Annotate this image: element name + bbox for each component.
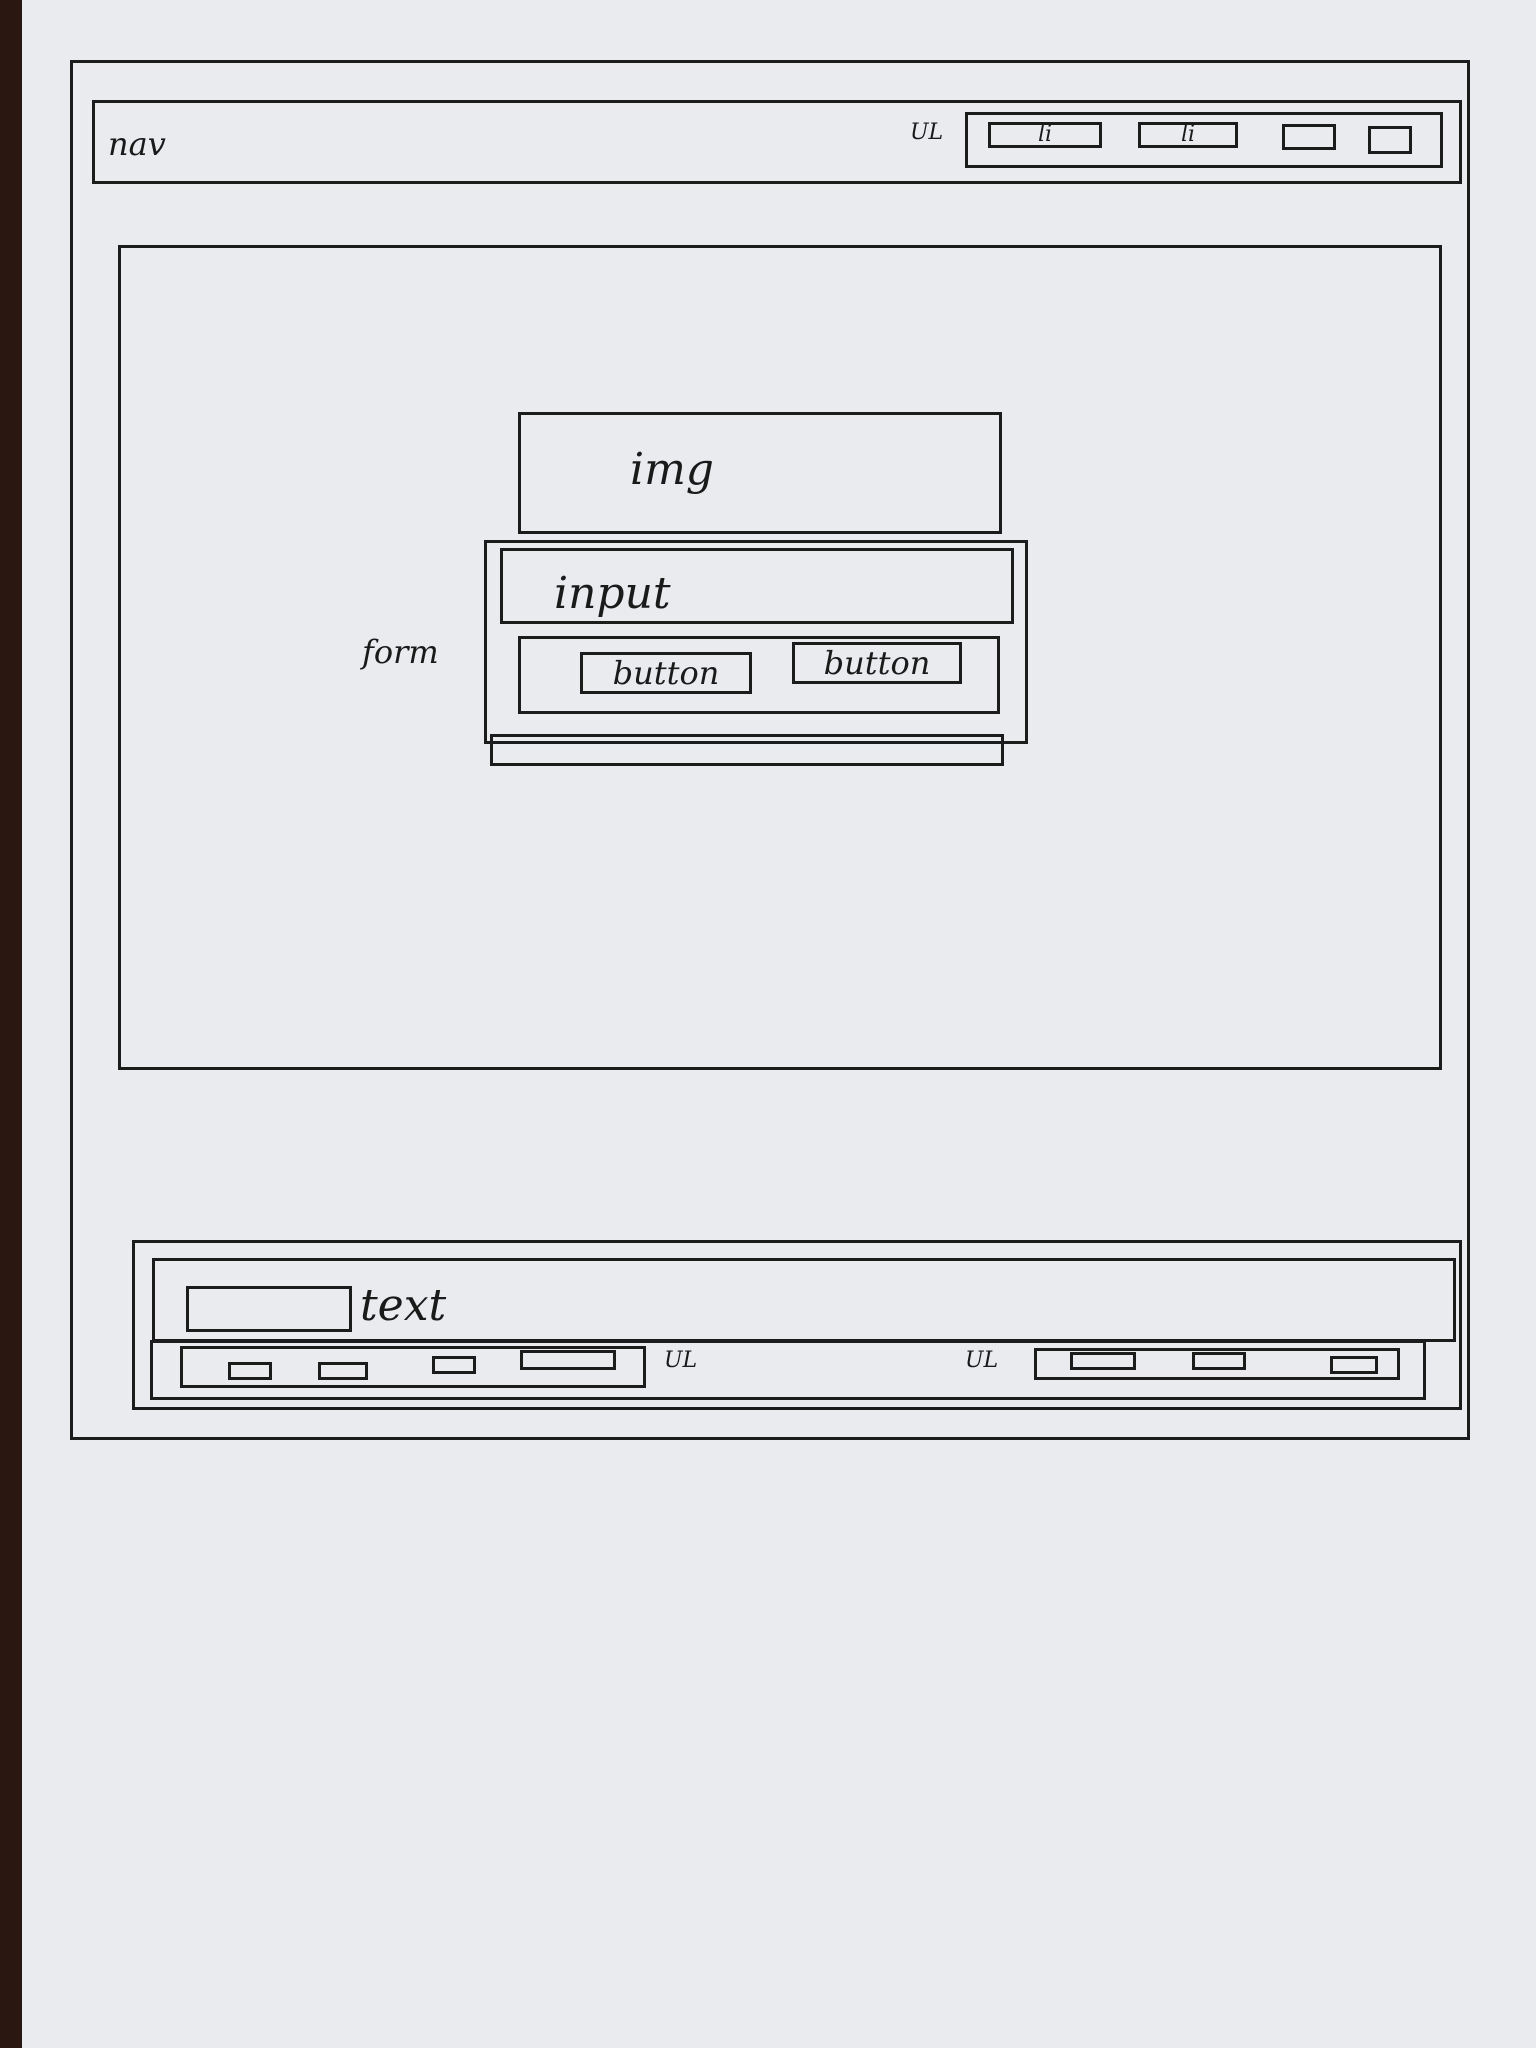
nav-li-1[interactable]: li (988, 122, 1102, 148)
nav-li-4[interactable] (1368, 126, 1412, 154)
form-button-1[interactable]: button (580, 652, 752, 694)
form-button-1-label: button (612, 654, 720, 692)
nav-li-2[interactable]: li (1138, 122, 1238, 148)
form-bar (490, 734, 1004, 766)
form-button-2-label: button (823, 644, 931, 682)
footer-ul-left-item-4[interactable] (520, 1350, 616, 1370)
footer-ul-left-item-3[interactable] (432, 1356, 476, 1374)
nav-li-1-label: li (1037, 122, 1053, 147)
footer-ul-right-label: UL (965, 1348, 999, 1373)
footer-ul-left-item-2[interactable] (318, 1362, 368, 1380)
nav-li-2-label: li (1180, 122, 1196, 147)
form-label: form (362, 633, 439, 671)
image-label: img (630, 444, 714, 495)
nav-li-3[interactable] (1282, 124, 1336, 150)
footer-logo-box (186, 1286, 352, 1332)
nav-label: nav (108, 125, 166, 163)
footer-ul-right-item-3[interactable] (1330, 1356, 1378, 1374)
footer-ul-left-label: UL (664, 1348, 698, 1373)
footer-text-label: text (360, 1280, 447, 1331)
nav-ul-label: UL (910, 120, 944, 145)
image-placeholder (518, 412, 1002, 534)
footer-ul-right-item-2[interactable] (1192, 1352, 1246, 1370)
footer-ul-left-item-1[interactable] (228, 1362, 272, 1380)
form-button-2[interactable]: button (792, 642, 962, 684)
footer-ul-right-item-1[interactable] (1070, 1352, 1136, 1370)
input-label: input (554, 568, 671, 619)
